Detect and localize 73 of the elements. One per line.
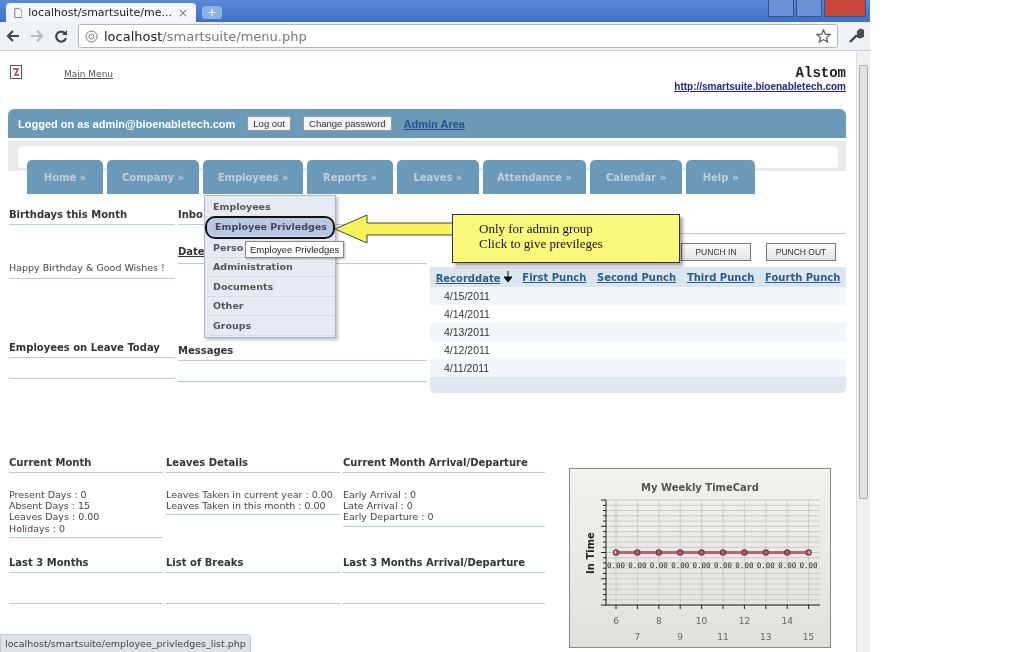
- close-button[interactable]: [824, 0, 866, 17]
- account-button[interactable]: Log out: [247, 116, 291, 131]
- panel-heading: Messages: [178, 345, 427, 361]
- stat-line: Holidays : 0: [9, 522, 66, 534]
- chart-title: My Weekly TimeCard: [641, 482, 759, 493]
- page-icon: [14, 6, 23, 19]
- x-tick-label: 13: [760, 632, 772, 642]
- sort-arrow-icon: [503, 270, 512, 282]
- stat-line: Early Departure : 0: [343, 511, 435, 523]
- x-tick-label: 12: [738, 616, 751, 626]
- panel-heading: Employees on Leave Today: [9, 342, 175, 358]
- punch-button[interactable]: PUNCH OUT: [766, 243, 836, 261]
- panel-heading: Last 3 Months: [9, 557, 163, 573]
- column-header[interactable]: Third Punch: [681, 267, 760, 287]
- login-text: Logged on as admin@bioenabletech.com: [18, 117, 236, 130]
- restore-button[interactable]: [796, 0, 822, 17]
- tab-close-button[interactable]: ×: [177, 5, 188, 20]
- company-name: Alstom: [794, 65, 846, 81]
- x-tick-label: 6: [613, 616, 619, 626]
- stat-line: Leaves Taken in current year : 0.00: [166, 489, 334, 501]
- main-menu-link[interactable]: Main Menu: [64, 69, 114, 79]
- x-tick-label: 7: [634, 632, 641, 642]
- back-icon[interactable]: [6, 29, 20, 43]
- vertical-scrollbar[interactable]: [856, 51, 870, 652]
- status-bar: localhost/smartsuite/employee_privledges_list.php: [0, 634, 251, 652]
- company-url-link[interactable]: http://smartsuite.bioenabletech.com: [674, 81, 846, 92]
- date-cell: 4/13/2011: [430, 323, 518, 341]
- column-header[interactable]: Recorddate: [430, 267, 518, 287]
- panel-heading: Current Month Arrival/Departure: [343, 457, 545, 473]
- star-icon[interactable]: [816, 28, 831, 44]
- menu-item[interactable]: Employee Privledges: [207, 217, 333, 237]
- panel-heading: Last 3 Months Arrival/Departure: [343, 557, 545, 573]
- stat-line: Leaves Taken in this month : 0.00: [166, 500, 327, 512]
- stat-line: Present Days : 0: [9, 489, 88, 501]
- y-axis-label: In Time: [585, 532, 596, 574]
- panel-heading: Birthdays this Month: [9, 209, 175, 225]
- panel-heading: List of Breaks: [166, 557, 340, 573]
- browser-tab[interactable]: localhost/smartsuite/me... ×: [6, 3, 196, 22]
- stat-line: Early Arrival : 0: [343, 489, 418, 501]
- globe-icon: [85, 29, 98, 43]
- column-header[interactable]: Second Punch: [591, 267, 682, 287]
- address-bar[interactable]: localhost/smartsuite/menu.php: [78, 24, 838, 48]
- date-cell: 4/12/2011: [430, 341, 518, 359]
- x-tick-label: 10: [695, 616, 708, 626]
- menu-item[interactable]: Groups: [205, 316, 335, 336]
- stat-line: Absent Days : 15: [9, 500, 92, 512]
- panel-heading: Leaves Details: [166, 457, 340, 473]
- minimize-button[interactable]: [768, 0, 794, 17]
- stat-line: Leaves Days : 0.00: [9, 511, 101, 523]
- account-button[interactable]: Change password: [303, 116, 392, 131]
- column-header[interactable]: Fourth Punch: [759, 267, 846, 287]
- date-cell: 4/11/2011: [430, 359, 518, 377]
- punch-button[interactable]: PUNCH IN: [681, 243, 751, 261]
- menu-item[interactable]: Documents: [205, 277, 335, 297]
- x-tick-label: 9: [677, 632, 684, 642]
- birthday-message: Happy Birthday & Good Wishes !: [9, 262, 175, 279]
- date-cell: 4/14/2011: [430, 305, 518, 323]
- callout-note: Only for admin group Click to give previleges: [452, 214, 680, 263]
- wrench-icon[interactable]: [848, 28, 864, 44]
- tooltip: Employee Privledges: [245, 241, 345, 258]
- column-header[interactable]: First Punch: [517, 267, 592, 287]
- broken-image-icon: [10, 65, 22, 79]
- x-tick-label: 14: [781, 616, 793, 626]
- panel-heading: Current Month: [9, 457, 163, 473]
- column-header[interactable]: Date: [178, 246, 205, 257]
- menu-item[interactable]: Other: [205, 296, 335, 316]
- forward-icon[interactable]: [30, 29, 44, 43]
- x-tick-label: 8: [655, 616, 662, 626]
- date-cell: 4/15/2011: [430, 287, 518, 305]
- reload-icon[interactable]: [54, 29, 68, 43]
- x-tick-label: 15: [802, 632, 815, 642]
- stat-line: Late Arrival : 0: [343, 500, 414, 512]
- x-tick-label: 11: [717, 632, 729, 642]
